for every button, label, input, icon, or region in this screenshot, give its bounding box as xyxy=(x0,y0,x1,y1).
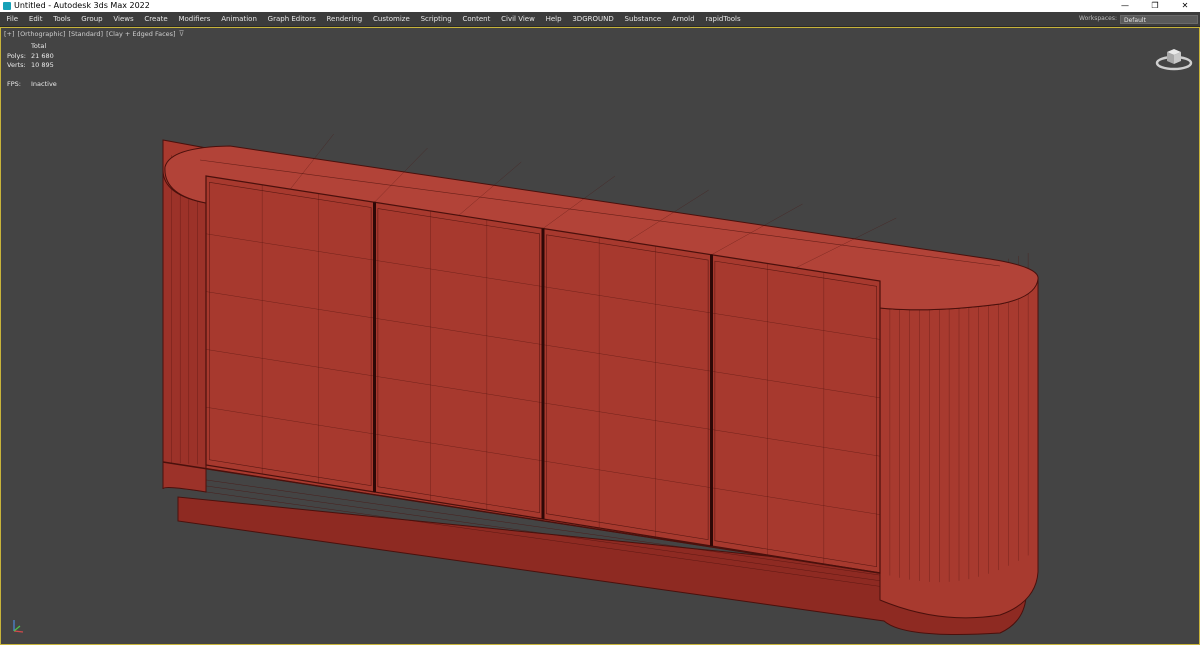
cabinet-door xyxy=(373,201,544,520)
polys-value: 21 680 xyxy=(31,51,54,60)
viewport-labels: [+] [Orthographic] [Standard] [Clay + Ed… xyxy=(4,29,187,39)
viewport-pov-label[interactable]: [Orthographic] xyxy=(18,29,66,39)
window-titlebar: Untitled - Autodesk 3ds Max 2022 — ❐ ✕ xyxy=(0,0,1200,12)
left-end xyxy=(162,169,207,493)
cabinet-door xyxy=(710,254,881,574)
viewport-shading-quality-label[interactable]: [Standard] xyxy=(68,29,103,39)
polys-label: Polys: xyxy=(7,51,26,60)
app-icon xyxy=(3,2,11,10)
menu-item-group[interactable]: Group xyxy=(76,12,108,26)
menu-item-modifiers[interactable]: Modifiers xyxy=(173,12,216,26)
verts-label: Verts: xyxy=(7,61,26,69)
menu-item-3dground[interactable]: 3DGROUND xyxy=(567,12,619,26)
menu-item-edit[interactable]: Edit xyxy=(24,12,48,26)
menu-item-tools[interactable]: Tools xyxy=(48,12,76,26)
workspace-switcher: Workspaces: Default xyxy=(1079,12,1200,26)
viewport-menu-label[interactable]: [+] xyxy=(4,29,15,39)
menu-item-scripting[interactable]: Scripting xyxy=(415,12,457,26)
menu-bar: File Edit Tools Group Views Create Modifiers An… xyxy=(0,12,1200,27)
workspace-dropdown[interactable]: Default xyxy=(1120,14,1198,24)
close-button[interactable]: ✕ xyxy=(1170,0,1200,12)
viewcube-icon[interactable] xyxy=(1154,40,1194,72)
fps-label: FPS: xyxy=(7,79,21,88)
window-title: Untitled - Autodesk 3ds Max 2022 xyxy=(14,1,150,10)
menu-items: File Edit Tools Group Views Create Modifiers An… xyxy=(1,12,746,26)
axis-tripod-icon xyxy=(13,620,24,633)
filter-icon[interactable]: ⊽ xyxy=(179,29,185,39)
cabinet-door xyxy=(542,227,713,547)
stats-header: Total xyxy=(31,42,47,50)
workspace-label: Workspaces: xyxy=(1079,15,1117,22)
menu-item-rendering[interactable]: Rendering xyxy=(321,12,368,26)
cabinet-door xyxy=(205,175,376,493)
sideboard-model[interactable] xyxy=(0,27,1200,645)
menu-item-substance[interactable]: Substance xyxy=(619,12,666,26)
menu-item-file[interactable]: File xyxy=(1,12,24,26)
menu-item-animation[interactable]: Animation xyxy=(216,12,262,26)
menu-item-content[interactable]: Content xyxy=(457,12,496,26)
viewport-display-mode-label[interactable]: [Clay + Edged Faces] xyxy=(106,29,175,39)
fps-value: Inactive xyxy=(31,79,57,88)
menu-item-help[interactable]: Help xyxy=(540,12,567,26)
menu-item-graph-editors[interactable]: Graph Editors xyxy=(262,12,321,26)
menu-item-rapidtools[interactable]: rapidTools xyxy=(700,12,746,26)
menu-item-views[interactable]: Views xyxy=(108,12,139,26)
viewport-statistics: Total Polys: 21 680 Verts: 10 895 FPS: Inac… xyxy=(7,42,57,89)
verts-value: 10 895 xyxy=(31,61,54,69)
restore-button[interactable]: ❐ xyxy=(1140,0,1170,12)
perspective-viewport[interactable]: [+] [Orthographic] [Standard] [Clay + Ed… xyxy=(0,27,1200,645)
menu-item-arnold[interactable]: Arnold xyxy=(667,12,700,26)
menu-item-civil-view[interactable]: Civil View xyxy=(496,12,540,26)
window-controls: — ❐ ✕ xyxy=(1110,0,1200,12)
menu-item-customize[interactable]: Customize xyxy=(368,12,416,26)
menu-item-create[interactable]: Create xyxy=(139,12,173,26)
minimize-button[interactable]: — xyxy=(1110,0,1140,12)
